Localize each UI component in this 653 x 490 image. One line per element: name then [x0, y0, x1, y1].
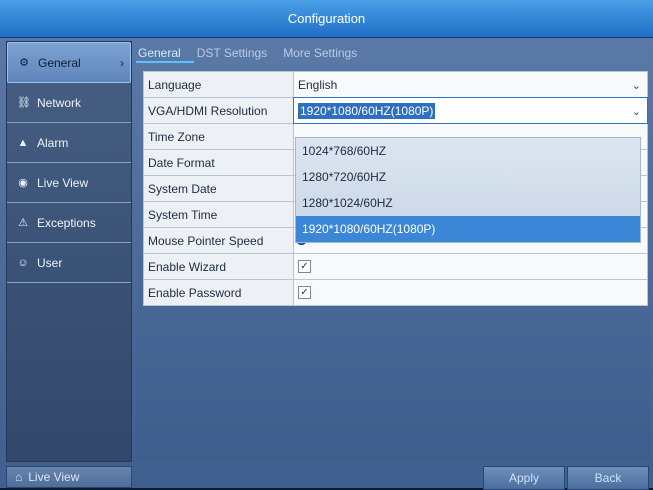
live-view-button-label: Live View	[28, 470, 80, 484]
enable-wizard-checkbox[interactable]: ✓	[298, 260, 311, 273]
active-tab-indicator	[136, 61, 194, 63]
tab-more-settings[interactable]: More Settings	[283, 46, 357, 60]
home-icon: ⌂	[15, 470, 23, 484]
row-language: Language English ⌄	[144, 72, 647, 98]
chevron-right-icon: ›	[120, 55, 124, 70]
enable-password-label: Enable Password	[144, 280, 294, 305]
live-view-button[interactable]: ⌂ Live View	[6, 466, 132, 488]
language-value: English	[298, 77, 338, 92]
warning-icon: ⚠	[18, 217, 28, 229]
sidebar-item-label: Network	[37, 95, 82, 110]
language-select[interactable]: English ⌄	[294, 72, 647, 97]
sidebar: ⚙ General › ⛓ Network ▲ Alarm ◉ Live Vie…	[6, 41, 132, 462]
tab-dst-settings[interactable]: DST Settings	[197, 46, 267, 60]
tab-bar: General DST Settings More Settings	[138, 46, 357, 60]
sidebar-item-label: General	[38, 55, 81, 70]
users-icon: ☺	[17, 256, 29, 269]
dropdown-option-highlighted[interactable]: 1920*1080/60HZ(1080P)	[296, 216, 640, 242]
window-title: Configuration	[0, 0, 653, 38]
resolution-dropdown-list: 1024*768/60HZ 1280*720/60HZ 1280*1024/60…	[295, 137, 641, 243]
mouse-speed-label: Mouse Pointer Speed	[144, 228, 294, 253]
row-enable-wizard: Enable Wizard ✓	[144, 254, 647, 280]
row-resolution: VGA/HDMI Resolution 1920*1080/60HZ(1080P…	[144, 97, 648, 124]
date-format-label: Date Format	[144, 150, 294, 175]
dropdown-option[interactable]: 1280*1024/60HZ	[296, 190, 640, 216]
sidebar-item-exceptions[interactable]: ⚠ Exceptions	[7, 203, 131, 243]
resolution-value: 1920*1080/60HZ(1080P)	[298, 102, 436, 119]
back-button[interactable]: Back	[567, 466, 649, 490]
sidebar-item-general[interactable]: ⚙ General ›	[7, 42, 131, 83]
network-icon: ⛓	[17, 97, 31, 109]
sidebar-item-user[interactable]: ☺ User	[7, 243, 131, 283]
time-zone-label: Time Zone	[144, 124, 294, 149]
gear-icon: ⚙	[19, 57, 29, 69]
resolution-select[interactable]: 1920*1080/60HZ(1080P) ⌄	[293, 97, 648, 124]
row-enable-password: Enable Password ✓	[144, 280, 647, 305]
system-time-label: System Time	[144, 202, 294, 227]
language-label: Language	[144, 72, 294, 97]
configuration-window: Configuration ⚙ General › ⛓ Network ▲ Al…	[0, 0, 653, 490]
tab-general[interactable]: General	[138, 46, 181, 60]
chevron-down-icon: ⌄	[631, 106, 641, 118]
dropdown-option[interactable]: 1024*768/60HZ	[296, 138, 640, 164]
sidebar-item-label: Exceptions	[37, 215, 96, 230]
sidebar-item-alarm[interactable]: ▲ Alarm	[7, 123, 131, 163]
sidebar-item-label: Alarm	[37, 135, 69, 150]
resolution-label: VGA/HDMI Resolution	[144, 98, 294, 123]
enable-wizard-cell: ✓	[294, 254, 647, 279]
enable-password-cell: ✓	[294, 280, 647, 305]
enable-wizard-label: Enable Wizard	[144, 254, 294, 279]
eye-icon: ◉	[18, 177, 28, 189]
enable-password-checkbox[interactable]: ✓	[298, 286, 311, 299]
system-date-label: System Date	[144, 176, 294, 201]
sidebar-item-live-view[interactable]: ◉ Live View	[7, 163, 131, 203]
main-content: General DST Settings More Settings Langu…	[136, 41, 650, 462]
alarm-icon: ▲	[17, 136, 29, 149]
sidebar-item-label: User	[37, 255, 63, 270]
apply-button[interactable]: Apply	[483, 466, 565, 490]
dropdown-option[interactable]: 1280*720/60HZ	[296, 164, 640, 190]
chevron-down-icon: ⌄	[631, 80, 641, 92]
sidebar-item-network[interactable]: ⛓ Network	[7, 83, 131, 123]
sidebar-item-label: Live View	[37, 175, 89, 190]
